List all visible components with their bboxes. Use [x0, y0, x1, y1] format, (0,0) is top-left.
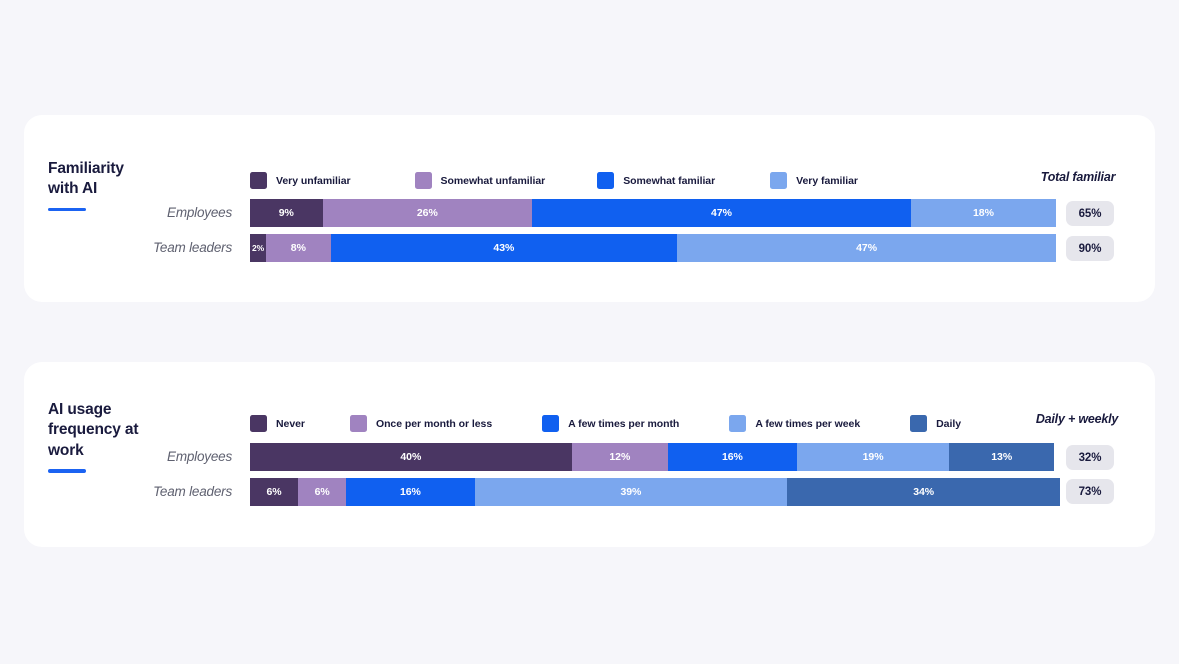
bar-segment-value: 40%	[400, 451, 421, 463]
legend-item[interactable]: Very familiar	[770, 172, 858, 189]
bar-segment[interactable]: 18%	[911, 199, 1056, 227]
legend-swatch-icon	[910, 415, 927, 432]
bar-segment-value: 19%	[863, 451, 884, 463]
stacked-bar: 9% 26% 47% 18%	[250, 199, 1056, 227]
bar-segment[interactable]: 40%	[250, 443, 572, 471]
status-badge: 32%	[1066, 445, 1114, 470]
legend-item[interactable]: Somewhat familiar	[597, 172, 715, 189]
bar-segment-value: 26%	[417, 207, 438, 219]
legend-item-label: Very familiar	[796, 175, 858, 187]
legend-item[interactable]: A few times per week	[729, 415, 860, 432]
legend-item[interactable]: Somewhat unfamiliar	[415, 172, 546, 189]
bar-segment-value: 16%	[722, 451, 743, 463]
bar-segment[interactable]: 6%	[298, 478, 346, 506]
bar-segment[interactable]: 43%	[331, 234, 678, 262]
bar-segment[interactable]: 16%	[668, 443, 797, 471]
row-label: Employees	[24, 205, 232, 220]
legend-item-label: Once per month or less	[376, 418, 492, 430]
legend-item-label: A few times per month	[568, 418, 679, 430]
chart-rows-familiarity: Employees 9% 26% 47% 18% Team leaders 2% 8% 43% 4…	[24, 198, 1155, 268]
bar-segment[interactable]: 13%	[949, 443, 1054, 471]
bar-segment-value: 8%	[291, 242, 306, 254]
legend-swatch-icon	[597, 172, 614, 189]
chart-legend-familiarity: Very unfamiliar Somewhat unfamiliar Somewh…	[250, 172, 858, 189]
chart-legend-ai-usage: Never Once per month or less A few times p…	[250, 415, 961, 432]
page-title: Familiarity with AI	[48, 159, 124, 200]
bar-segment-value: 13%	[991, 451, 1012, 463]
legend-item-label: Daily	[936, 418, 961, 430]
bar-segment[interactable]: 9%	[250, 199, 323, 227]
legend-swatch-icon	[250, 172, 267, 189]
bar-segment-value: 47%	[856, 242, 877, 254]
bar-segment[interactable]: 12%	[572, 443, 668, 471]
table-row: Team leaders 2% 8% 43% 47%	[24, 233, 1155, 262]
bar-segment[interactable]: 26%	[323, 199, 533, 227]
bar-segment-value: 39%	[620, 486, 641, 498]
bar-segment[interactable]: 16%	[346, 478, 474, 506]
legend-item[interactable]: Never	[250, 415, 305, 432]
status-badge: 73%	[1066, 479, 1114, 504]
table-row: Team leaders 6% 6% 16% 39% 34%	[24, 477, 1155, 506]
bar-segment-value: 6%	[267, 486, 282, 498]
legend-swatch-icon	[770, 172, 787, 189]
bar-segment-value: 34%	[913, 486, 934, 498]
table-row: Employees 9% 26% 47% 18%	[24, 198, 1155, 227]
legend-swatch-icon	[415, 172, 432, 189]
bar-segment[interactable]: 8%	[266, 234, 330, 262]
legend-swatch-icon	[250, 415, 267, 432]
bar-segment-value: 6%	[315, 486, 330, 498]
legend-item[interactable]: Very unfamiliar	[250, 172, 351, 189]
bar-segment-value: 9%	[279, 207, 294, 219]
bar-segment[interactable]: 34%	[787, 478, 1060, 506]
chart-rows-ai-usage: Employees40%12%16%19%13%Team leaders6%6%…	[24, 442, 1155, 512]
bar-segment-value: 12%	[609, 451, 630, 463]
stacked-bar: 6% 6% 16% 39% 34%	[250, 478, 1060, 506]
bar-segment-value: 16%	[400, 486, 421, 498]
bar-segment[interactable]: 47%	[677, 234, 1056, 262]
bar-segment-value: 2%	[252, 243, 264, 253]
bar-segment[interactable]: 6%	[250, 478, 298, 506]
table-row: Employees 40% 12% 16% 19% 13%	[24, 442, 1155, 471]
legend-swatch-icon	[729, 415, 746, 432]
legend-swatch-icon	[542, 415, 559, 432]
row-label: Team leaders	[24, 484, 232, 499]
legend-item[interactable]: Daily	[910, 415, 961, 432]
chart-card-familiarity: Familiarity with AI Very unfamiliar Somew…	[24, 115, 1155, 302]
legend-item-label: Very unfamiliar	[276, 175, 351, 187]
bar-segment-value: 47%	[711, 207, 732, 219]
page-root: Familiarity with AI Very unfamiliar Somew…	[0, 0, 1179, 664]
bar-segment-value: 18%	[973, 207, 994, 219]
status-badge: 65%	[1066, 201, 1114, 226]
legend-item-label: Never	[276, 418, 305, 430]
stacked-bar: 40% 12% 16% 19% 13%	[250, 443, 1054, 471]
legend-item-label: A few times per week	[755, 418, 860, 430]
legend-item[interactable]: Once per month or less	[350, 415, 492, 432]
bar-segment-value: 43%	[493, 242, 514, 254]
bar-segment[interactable]: 47%	[532, 199, 911, 227]
chart-card-ai-usage-frequency: AI usage frequency at work NeverOnce per…	[24, 362, 1155, 547]
total-column-header: Total familiar	[1025, 170, 1131, 184]
bar-segment[interactable]: 19%	[797, 443, 950, 471]
legend-item-label: Somewhat familiar	[623, 175, 715, 187]
bar-segment[interactable]: 39%	[475, 478, 788, 506]
row-label: Employees	[24, 449, 232, 464]
status-badge: 90%	[1066, 236, 1114, 261]
legend-item-label: Somewhat unfamiliar	[441, 175, 546, 187]
legend-item[interactable]: A few times per month	[542, 415, 679, 432]
total-column-header: Daily + weekly	[1024, 412, 1130, 426]
row-label: Team leaders	[24, 240, 232, 255]
bar-segment[interactable]: 2%	[250, 234, 266, 262]
stacked-bar: 2% 8% 43% 47%	[250, 234, 1056, 262]
legend-swatch-icon	[350, 415, 367, 432]
